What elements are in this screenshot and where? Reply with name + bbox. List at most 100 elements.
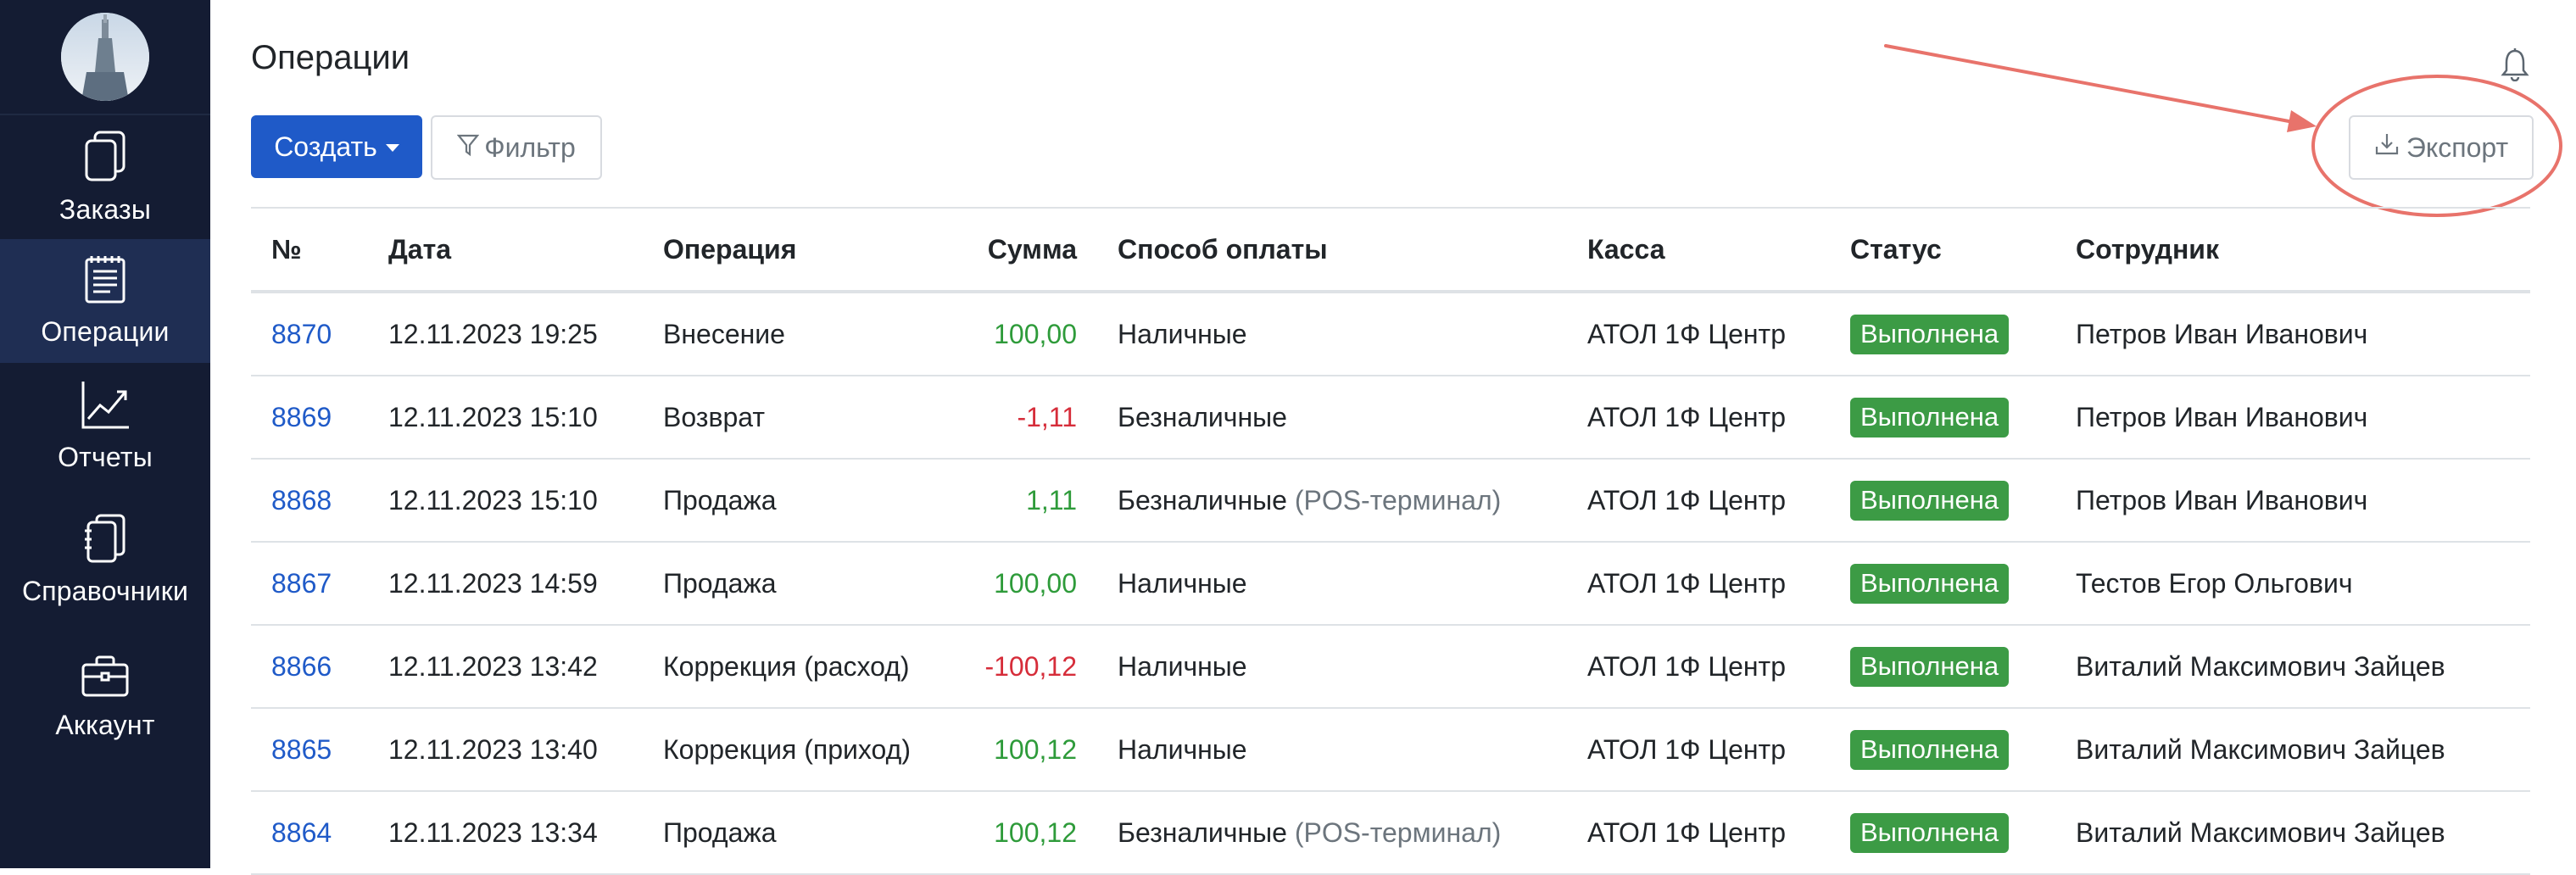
filter-button[interactable]: Фильтр [431,115,602,180]
operation-number-link[interactable]: 8864 [271,817,332,848]
sidebar-item-label: Отчеты [58,442,153,472]
cash-register: АТОЛ 1Ф Центр [1587,816,1786,848]
payment-method-label: Безналичные [1118,816,1287,848]
operation-type: Коррекция (приход) [663,733,911,765]
sidebar-header [0,0,210,115]
cash-register: АТОЛ 1Ф Центр [1587,318,1786,349]
operation-number-link[interactable]: 8867 [271,568,332,599]
payment-method-label: Наличные [1118,650,1247,682]
column-header-operation[interactable]: Операция [643,208,980,292]
operation-type: Внесение [663,318,785,349]
operation-amount: -100,12 [984,650,1077,682]
status-badge: Выполнена [1850,729,2010,770]
sidebar-item-reports[interactable]: Отчеты [0,363,210,490]
cash-register: АТОЛ 1Ф Центр [1587,733,1786,765]
bell-icon[interactable] [2501,47,2529,86]
payment-method-note: (POS-терминал) [1294,816,1502,848]
table-row[interactable]: 8867 12.11.2023 14:59 Продажа 100,00 Нал… [251,542,2530,625]
sidebar-item-label: Аккаунт [55,710,155,740]
operation-type: Продажа [663,484,777,516]
table-row[interactable]: 8870 12.11.2023 19:25 Внесение 100,00 На… [251,292,2530,376]
orders-icon [81,129,129,187]
operation-date: 12.11.2023 13:34 [388,816,598,848]
payment-method: Наличные [1097,708,1567,791]
sidebar-item-label: Операции [41,316,170,347]
cash-register: АТОЛ 1Ф Центр [1587,484,1786,516]
column-header-status[interactable]: Статус [1830,208,2055,292]
employee-name: Петров Иван Иванович [2076,484,2368,516]
employee-name: Тестов Егор Ольгович [2076,567,2353,599]
operation-number-link[interactable]: 8866 [271,651,332,682]
payment-method: Безналичные (POS-терминал) [1097,791,1567,874]
employee-name: Петров Иван Иванович [2076,318,2368,349]
operation-number-link[interactable]: 8869 [271,402,332,432]
operation-type: Возврат [663,401,765,432]
table-row[interactable]: 8869 12.11.2023 15:10 Возврат -1,11 Безн… [251,376,2530,459]
filter-button-label: Фильтр [484,131,576,163]
sidebar-item-label: Заказы [59,194,152,225]
table-header-row: № Дата Операция Сумма Способ оплаты Касс… [251,208,2530,292]
table-row[interactable]: 8866 12.11.2023 13:42 Коррекция (расход)… [251,625,2530,708]
column-header-employee[interactable]: Сотрудник [2055,208,2530,292]
briefcase-icon [80,655,131,703]
download-icon [2374,131,2400,164]
operation-number-link[interactable]: 8865 [271,734,332,765]
sidebar-item-account[interactable]: Аккаунт [0,629,210,766]
operations-icon [81,254,129,309]
operation-date: 12.11.2023 14:59 [388,567,598,599]
cash-register: АТОЛ 1Ф Центр [1587,650,1786,682]
operation-number-link[interactable]: 8868 [271,485,332,516]
operation-date: 12.11.2023 13:42 [388,650,598,682]
employee-name: Виталий Максимович Зайцев [2076,650,2445,682]
page-title: Операции [251,39,410,76]
column-header-amount[interactable]: Сумма [980,208,1097,292]
payment-method-label: Безналичные [1118,484,1287,516]
sidebar-item-references[interactable]: Справочники [0,490,210,629]
filter-icon [456,132,480,164]
operation-date: 12.11.2023 15:10 [388,401,598,432]
operation-amount: 100,12 [994,733,1077,765]
create-button[interactable]: Создать [251,115,422,178]
table-row[interactable]: 8864 12.11.2023 13:34 Продажа 100,12 Без… [251,791,2530,874]
sidebar-item-label: Справочники [21,576,189,606]
status-badge: Выполнена [1850,812,2010,853]
operation-number-link[interactable]: 8870 [271,319,332,349]
sidebar-item-operations[interactable]: Операции [0,239,210,363]
payment-method: Наличные [1097,542,1567,625]
payment-method-label: Наличные [1118,567,1247,599]
operations-table: № Дата Операция Сумма Способ оплаты Касс… [251,207,2530,875]
create-button-label: Создать [274,131,377,162]
operation-type: Продажа [663,567,777,599]
employee-name: Виталий Максимович Зайцев [2076,816,2445,848]
status-badge: Выполнена [1850,563,2010,604]
operation-amount: 1,11 [1026,484,1077,516]
employee-name: Виталий Максимович Зайцев [2076,733,2445,765]
books-icon [81,512,129,569]
operation-amount: 100,00 [994,567,1077,599]
status-badge: Выполнена [1850,397,2010,438]
payment-method-label: Наличные [1118,318,1247,349]
table-row[interactable]: 8868 12.11.2023 15:10 Продажа 1,11 Безна… [251,459,2530,542]
column-header-payment-method[interactable]: Способ оплаты [1097,208,1567,292]
status-badge: Выполнена [1850,314,2010,354]
payment-method: Безналичные (POS-терминал) [1097,459,1567,542]
payment-method-label: Наличные [1118,733,1247,765]
table-row[interactable]: 8865 12.11.2023 13:40 Коррекция (приход)… [251,708,2530,791]
column-header-register[interactable]: Касса [1567,208,1830,292]
status-badge: Выполнена [1850,480,2010,521]
operation-type: Продажа [663,816,777,848]
operation-date: 12.11.2023 15:10 [388,484,598,516]
operation-date: 12.11.2023 19:25 [388,318,598,349]
sidebar-item-orders[interactable]: Заказы [0,115,210,239]
export-button-label: Экспорт [2406,131,2509,163]
chart-icon [80,380,131,435]
column-header-number[interactable]: № [251,208,368,292]
column-header-date[interactable]: Дата [368,208,643,292]
sidebar: Заказы Операции Отчеты Справочники Аккау… [0,0,210,868]
cash-register: АТОЛ 1Ф Центр [1587,567,1786,599]
employee-name: Петров Иван Иванович [2076,401,2368,432]
operation-type: Коррекция (расход) [663,650,910,682]
avatar[interactable] [61,13,149,101]
export-button[interactable]: Экспорт [2349,115,2534,180]
operation-amount: -1,11 [1017,401,1077,432]
